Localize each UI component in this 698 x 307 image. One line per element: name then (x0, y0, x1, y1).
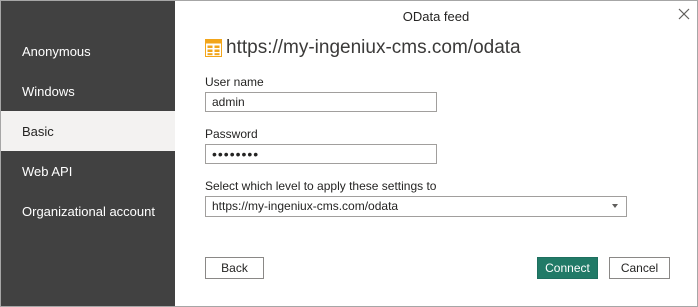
sidebar-item-label: Organizational account (22, 203, 155, 219)
close-icon (678, 8, 690, 20)
feed-url-heading: https://my-ingeniux-cms.com/odata (205, 37, 521, 59)
feed-url-text: https://my-ingeniux-cms.com/odata (226, 37, 521, 58)
level-label: Select which level to apply these settin… (205, 179, 437, 193)
odata-feed-icon (205, 39, 222, 57)
sidebar-item-basic[interactable]: Basic (1, 111, 175, 151)
sidebar-item-label: Anonymous (22, 43, 91, 59)
connect-button[interactable]: Connect (537, 257, 598, 279)
sidebar-item-label: Web API (22, 163, 73, 179)
password-label: Password (205, 127, 258, 141)
username-field[interactable] (205, 92, 437, 112)
level-select[interactable]: https://my-ingeniux-cms.com/odata (205, 196, 627, 217)
sidebar-item-organizational-account[interactable]: Organizational account (1, 191, 175, 231)
back-button-label: Back (221, 261, 248, 275)
password-field[interactable]: •••••••• (205, 144, 437, 164)
sidebar-item-windows[interactable]: Windows (1, 71, 175, 111)
username-label: User name (205, 75, 264, 89)
cancel-button[interactable]: Cancel (609, 257, 670, 279)
sidebar-item-label: Windows (22, 83, 75, 99)
sidebar-item-anonymous[interactable]: Anonymous (1, 31, 175, 71)
sidebar-item-web-api[interactable]: Web API (1, 151, 175, 191)
level-select-value: https://my-ingeniux-cms.com/odata (212, 199, 399, 213)
sidebar-item-label: Basic (22, 123, 54, 139)
close-button[interactable] (675, 5, 693, 23)
chevron-down-icon (612, 204, 618, 208)
odata-feed-dialog: Anonymous Windows Basic Web API Organiza… (0, 0, 698, 307)
back-button[interactable]: Back (205, 257, 264, 279)
connect-button-label: Connect (545, 261, 590, 275)
auth-method-sidebar: Anonymous Windows Basic Web API Organiza… (1, 1, 175, 306)
cancel-button-label: Cancel (620, 261, 659, 275)
dialog-title: OData feed (402, 9, 470, 24)
